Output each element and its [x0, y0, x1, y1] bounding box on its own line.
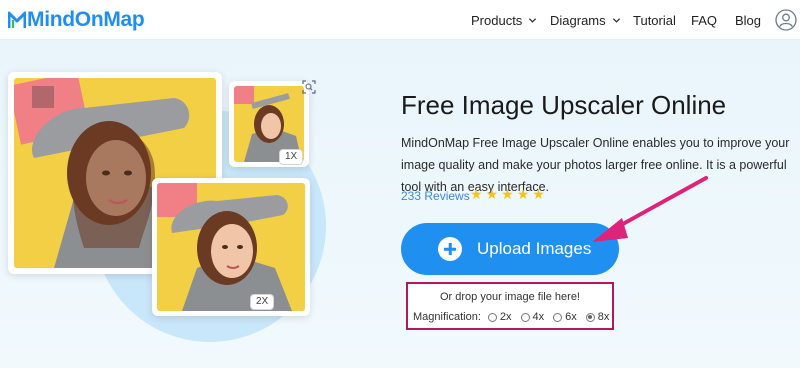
- star-icon: ★: [532, 186, 545, 202]
- scan-zoom-icon: [302, 80, 316, 94]
- drop-zone[interactable]: Or drop your image file here! Magnificat…: [406, 282, 614, 330]
- plus-circle-icon: [438, 237, 462, 261]
- logo-mark-icon: [8, 11, 26, 28]
- radio-2x[interactable]: [487, 312, 497, 322]
- nav-products[interactable]: Products: [471, 13, 537, 28]
- page-title: Free Image Upscaler Online: [401, 90, 727, 120]
- nav-blog[interactable]: Blog: [735, 13, 761, 28]
- radio-8x-label: 8x: [597, 311, 610, 323]
- reviews-link[interactable]: 233 Reviews: [401, 189, 470, 203]
- nav-diagrams[interactable]: Diagrams: [550, 13, 621, 28]
- nav-tutorial[interactable]: Tutorial: [633, 13, 676, 28]
- magnification-badge-2x: 2X: [250, 294, 275, 310]
- brand-name: MindOnMap: [27, 8, 145, 31]
- nav-faq[interactable]: FAQ: [691, 13, 717, 28]
- nav-tutorial-label: Tutorial: [633, 13, 676, 28]
- radio-8x[interactable]: [585, 312, 595, 322]
- user-circle-icon[interactable]: [775, 9, 797, 31]
- chevron-down-icon: [612, 18, 620, 23]
- nav-products-label: Products: [471, 13, 523, 28]
- star-icon: ★: [485, 186, 499, 202]
- radio-6x-label: 6x: [565, 311, 577, 323]
- drop-hint: Or drop your image file here!: [439, 291, 580, 303]
- radio-4x[interactable]: [520, 312, 530, 322]
- woman-portrait-image: [157, 183, 305, 311]
- preview-card-1x: 1X: [229, 81, 309, 167]
- nav-blog-label: Blog: [735, 13, 762, 28]
- magnification-label: Magnification:: [413, 311, 481, 323]
- star-icon: ★: [501, 186, 514, 202]
- pointer-arrow-icon: [592, 176, 708, 242]
- preview-card-2x: 2X: [152, 178, 310, 316]
- rating-stars: ★ ★ ★ ★ ★: [470, 186, 545, 202]
- brand-logo[interactable]: MindOnMap: [8, 8, 145, 32]
- nav-diagrams-label: Diagrams: [550, 13, 606, 28]
- top-navbar: MindOnMap Products Diagrams Tutorial FAQ…: [0, 0, 800, 40]
- nav-faq-label: FAQ: [691, 13, 718, 28]
- chevron-down-icon: [529, 18, 537, 23]
- radio-6x[interactable]: [553, 312, 563, 322]
- magnification-options: Magnification: 2x 4x 6x 8x: [413, 311, 611, 323]
- upload-images-label: Upload Images: [477, 239, 592, 258]
- star-icon: ★: [516, 186, 530, 202]
- magnification-badge-1x: 1X: [279, 149, 304, 165]
- radio-2x-label: 2x: [499, 311, 512, 323]
- radio-4x-label: 4x: [532, 311, 545, 323]
- preview-photo-medium: [157, 183, 305, 311]
- star-icon: ★: [470, 186, 483, 202]
